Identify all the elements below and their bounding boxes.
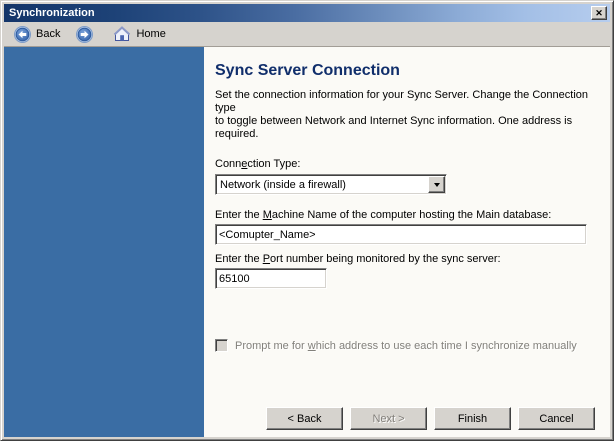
connection-type-value: Network (inside a firewall)	[220, 178, 346, 191]
navigation-toolbar: Back Home	[4, 22, 610, 47]
back-button-label: Back	[36, 28, 61, 40]
prompt-address-row: Prompt me for which address to use each …	[215, 339, 610, 352]
description-line: to toggle between Network and Internet S…	[215, 115, 573, 127]
description-line: required.	[215, 128, 259, 140]
finish-button[interactable]: Finish	[434, 407, 511, 430]
next-wizard-button: Next >	[350, 407, 427, 430]
close-icon: ✕	[595, 7, 603, 18]
forward-circle-icon	[76, 25, 94, 43]
dropdown-arrow-button[interactable]	[428, 176, 445, 193]
window-title: Synchronization	[9, 7, 95, 19]
port-label: Enter the Port number being monitored by…	[215, 253, 501, 265]
home-icon	[113, 26, 131, 42]
sidebar-panel	[4, 47, 204, 437]
connection-type-select[interactable]: Network (inside a firewall)	[215, 174, 447, 195]
back-wizard-button[interactable]: < Back	[266, 407, 343, 430]
home-button-label: Home	[136, 28, 166, 40]
description-line: Set the connection information for your …	[215, 89, 588, 114]
cancel-button[interactable]: Cancel	[518, 407, 595, 430]
content-panel: Sync Server Connection Set the connectio…	[204, 47, 610, 437]
machine-name-label: Enter the Machine Name of the computer h…	[215, 209, 552, 221]
close-button[interactable]: ✕	[591, 6, 607, 20]
port-input[interactable]	[215, 268, 327, 289]
connection-type-label: Connection Type:	[215, 158, 301, 170]
chevron-down-icon	[433, 182, 440, 187]
home-button[interactable]: Home	[109, 24, 169, 44]
wizard-body: Sync Server Connection Set the connectio…	[4, 47, 610, 437]
back-circle-icon	[14, 25, 31, 43]
title-bar[interactable]: Synchronization ✕	[4, 4, 610, 22]
machine-name-input[interactable]	[215, 224, 587, 245]
prompt-address-label: Prompt me for which address to use each …	[235, 339, 577, 352]
forward-button[interactable]	[72, 24, 97, 45]
prompt-address-checkbox	[215, 339, 228, 352]
page-description: Set the connection information for your …	[215, 89, 610, 141]
page-title: Sync Server Connection	[215, 62, 400, 79]
back-button[interactable]: Back	[10, 24, 64, 45]
wizard-button-row: < Back Next > Finish Cancel	[215, 407, 610, 434]
synchronization-window: Synchronization ✕ Back Home Sync Server …	[0, 0, 614, 441]
